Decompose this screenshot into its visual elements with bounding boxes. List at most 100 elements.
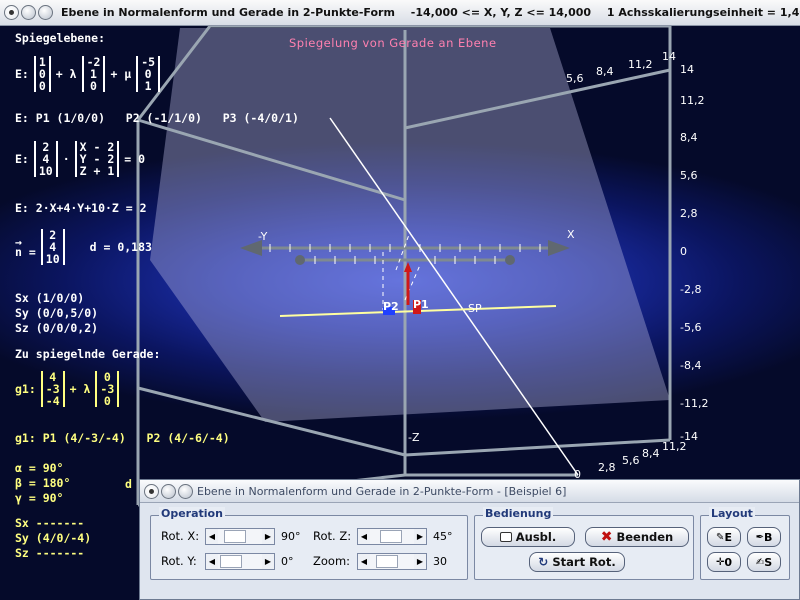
- g1-vector-1: 4 -3 -4: [40, 371, 65, 407]
- left-arrow-icon[interactable]: ◀: [206, 554, 218, 569]
- zoom-value: 30: [433, 555, 447, 568]
- angle-alpha: α = 90°: [15, 461, 64, 475]
- hide-icon: [499, 532, 512, 542]
- n-vector-matrix: 2 4 10: [40, 229, 65, 265]
- normal-vector-matrix: 2 4 10: [33, 141, 58, 177]
- slider-thumb[interactable]: [220, 555, 242, 568]
- label-sp: SP: [468, 302, 482, 315]
- angle-beta: β = 180°: [15, 476, 71, 490]
- left-arrow-icon[interactable]: ◀: [358, 554, 370, 569]
- zoom-label: Zoom:: [313, 554, 351, 568]
- save-icon: ✍: [755, 556, 765, 568]
- right-arrow-icon[interactable]: ▶: [262, 554, 274, 569]
- label-p2: P2: [383, 300, 399, 313]
- layout-label: Layout: [709, 507, 755, 520]
- beenden-button[interactable]: ✖ Beenden: [585, 527, 689, 547]
- svg-text:0: 0: [680, 245, 687, 258]
- rot-x-slider[interactable]: ◀ ▶: [205, 528, 275, 545]
- svg-text:11,2: 11,2: [662, 440, 687, 453]
- svg-text:-8,4: -8,4: [680, 359, 701, 372]
- slider-thumb[interactable]: [224, 530, 246, 543]
- y-axis-end-right: [505, 255, 515, 265]
- dot-icon: [149, 488, 154, 494]
- layout-b-button[interactable]: ✒ B: [747, 527, 781, 547]
- plane-normal-eq: E: 2 4 10 · X - 2Y - 2Z + 1 = 0: [15, 140, 146, 178]
- plus-lambda: + λ: [55, 67, 77, 81]
- svg-text:14: 14: [662, 50, 676, 63]
- axis-z-label: -Z: [408, 431, 420, 444]
- right-arrow-icon[interactable]: ▶: [262, 529, 274, 544]
- rot-x-label: Rot. X:: [161, 529, 200, 543]
- minimize-button[interactable]: [21, 5, 36, 20]
- trace-sy: Sy (0/0,5/0): [15, 306, 99, 320]
- panel-title: Ebene in Normalenform und Gerade in 2-Pu…: [197, 484, 567, 498]
- window-menu-button[interactable]: [4, 5, 19, 20]
- panel-minimize-button[interactable]: [161, 483, 176, 499]
- y-axis-end-left: [295, 255, 305, 265]
- slider-thumb[interactable]: [376, 555, 398, 568]
- window-range: -14,000 <= X, Y, Z <= 14,000: [410, 6, 592, 19]
- plus-mu: + μ: [110, 67, 132, 81]
- vector-1: 100: [33, 56, 51, 92]
- xyz-vector-matrix: X - 2Y - 2Z + 1: [74, 141, 120, 177]
- maximize-button[interactable]: [38, 5, 53, 20]
- svg-text:11,2: 11,2: [680, 94, 705, 107]
- svg-text:-2,8: -2,8: [680, 283, 701, 296]
- operation-group: Operation Rot. X: ◀ ▶ 90° Rot. Y: ◀ ▶ 0°…: [150, 507, 468, 580]
- svg-text:5,6: 5,6: [566, 72, 584, 85]
- bottom-tick-labels: 2,8 5,6 8,4 11,2 0: [574, 440, 687, 481]
- svg-text:2,8: 2,8: [598, 461, 616, 474]
- start-rotation-button[interactable]: ↻ Start Rot.: [529, 552, 625, 572]
- slider-thumb[interactable]: [380, 530, 402, 543]
- svg-text:11,2: 11,2: [628, 58, 653, 71]
- trace2-sx: Sx -------: [15, 516, 85, 530]
- window-title: Ebene in Normalenform und Gerade in 2-Pu…: [57, 6, 800, 19]
- axis-x-label: X: [567, 228, 575, 241]
- dot-icon: [9, 10, 14, 15]
- right-arrow-icon[interactable]: ▶: [414, 554, 426, 569]
- plane-parametric-eq: E: 100 + λ -2 1 0 + μ -5 0 1: [15, 56, 161, 92]
- vector-3: -5 0 1: [136, 56, 161, 92]
- rot-z-slider[interactable]: ◀ ▶: [357, 528, 427, 545]
- plane-coord-eq: E: 2·X+4·Y+10·Z = 2: [15, 201, 147, 215]
- svg-text:5,6: 5,6: [622, 454, 640, 467]
- svg-text:2,8: 2,8: [680, 207, 698, 220]
- operation-label: Operation: [159, 507, 225, 520]
- panel-maximize-button[interactable]: [178, 483, 193, 499]
- close-icon: ✖: [600, 529, 613, 545]
- e-label: E:: [15, 67, 29, 81]
- svg-text:8,4: 8,4: [642, 447, 660, 460]
- layout-group: Layout ✎ E ✒ B ✛ 0 ✍ S: [700, 507, 790, 580]
- line-points: g1: P1 (4/-3/-4) P2 (4/-6/-4): [15, 431, 230, 445]
- rot-x-value: 90°: [281, 530, 301, 543]
- gerade-heading: Zu spiegelnde Gerade:: [15, 347, 161, 361]
- panel-titlebar: Ebene in Normalenform und Gerade in 2-Pu…: [140, 480, 799, 503]
- svg-text:-5,6: -5,6: [680, 321, 701, 334]
- ausbl-button[interactable]: Ausbl.: [481, 527, 575, 547]
- scene-title: Spiegelung von Gerade an Ebene: [289, 36, 497, 50]
- layout-s-button[interactable]: ✍ S: [747, 552, 781, 572]
- bedienung-group: Bedienung Ausbl. ✖ Beenden ↻ Start Rot.: [474, 507, 694, 580]
- rotate-icon: ↻: [538, 555, 549, 569]
- trace2-sy: Sy (4/0/-4): [15, 531, 92, 545]
- zoom-slider[interactable]: ◀ ▶: [357, 553, 427, 570]
- right-tick-labels: 14 11,2 8,4 5,6 2,8 0 -2,8 -5,6 -8,4 -11…: [680, 63, 708, 443]
- panel-menu-button[interactable]: [144, 483, 159, 499]
- svg-text:14: 14: [680, 63, 694, 76]
- layout-e-button[interactable]: ✎ E: [707, 527, 741, 547]
- distance-value: d = 0,183: [89, 240, 152, 254]
- g1-vector-2: 0 -3 0: [95, 371, 120, 407]
- crosshair-icon: ✛: [715, 556, 725, 568]
- trace-sx: Sx (1/0/0): [15, 291, 85, 305]
- label-p1: P1: [413, 298, 429, 311]
- pen-icon: ✒: [755, 531, 764, 543]
- right-arrow-icon[interactable]: ▶: [414, 529, 426, 544]
- spiegelebene-heading: Spiegelebene:: [15, 31, 106, 45]
- window-titlebar: Ebene in Normalenform und Gerade in 2-Pu…: [0, 0, 800, 26]
- rot-y-slider[interactable]: ◀ ▶: [205, 553, 275, 570]
- left-arrow-icon[interactable]: ◀: [206, 529, 218, 544]
- layout-0-button[interactable]: ✛ 0: [707, 552, 741, 572]
- svg-text:8,4: 8,4: [680, 131, 698, 144]
- left-arrow-icon[interactable]: ◀: [358, 529, 370, 544]
- rot-y-value: 0°: [281, 555, 294, 568]
